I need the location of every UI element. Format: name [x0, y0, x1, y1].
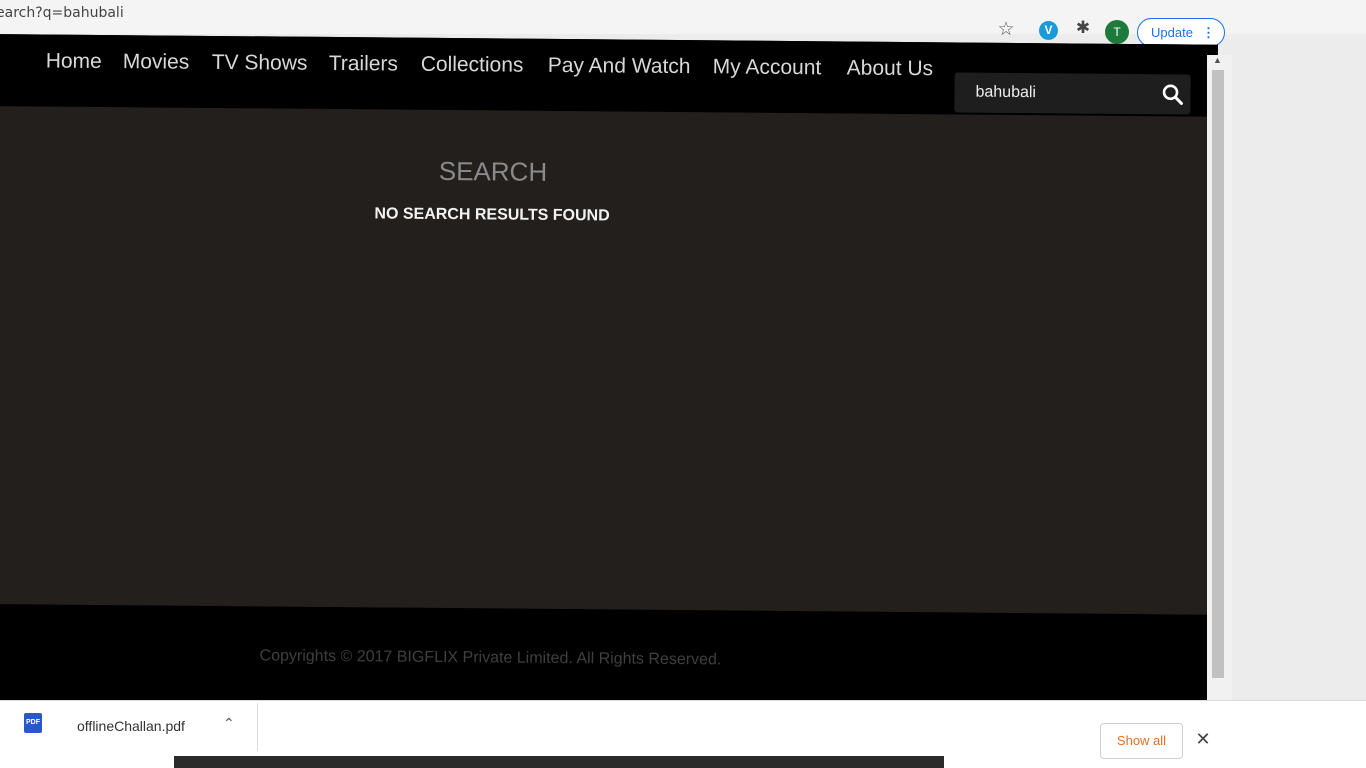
- show-all-button[interactable]: Show all: [1100, 723, 1183, 759]
- close-icon[interactable]: ✕: [1193, 729, 1213, 749]
- taskbar-strip: [174, 756, 944, 768]
- nav-item-my-account[interactable]: My Account: [713, 55, 822, 80]
- update-button[interactable]: Update ⋮: [1137, 18, 1225, 47]
- nav-item-trailers[interactable]: Trailers: [329, 52, 398, 77]
- update-label: Update: [1151, 25, 1193, 40]
- no-results-message: NO SEARCH RESULTS FOUND: [374, 205, 610, 225]
- nav-item-collections[interactable]: Collections: [421, 53, 524, 78]
- nav-item-pay-and-watch[interactable]: Pay And Watch: [548, 54, 691, 79]
- main-navigation: Home Movies TV Shows Trailers Collection…: [0, 34, 1218, 117]
- address-bar-url[interactable]: earch?q=bahubali: [0, 5, 124, 21]
- nav-item-movies[interactable]: Movies: [123, 50, 190, 75]
- profile-avatar[interactable]: T: [1105, 20, 1129, 44]
- search-icon[interactable]: [1160, 82, 1184, 106]
- vertical-scrollbar[interactable]: ▲ ▼: [1207, 55, 1232, 710]
- search-box: [954, 72, 1191, 115]
- scroll-thumb[interactable]: [1212, 70, 1224, 678]
- page-title: SEARCH: [438, 155, 548, 187]
- extension-v-icon[interactable]: V: [1039, 21, 1058, 40]
- extensions-puzzle-icon[interactable]: ✱: [1073, 18, 1093, 38]
- download-item[interactable]: PDF offlineChallan.pdf ⌃: [8, 703, 258, 751]
- copyright-text: Copyrights © 2017 BIGFLIX Private Limite…: [259, 647, 722, 669]
- chevron-up-icon[interactable]: ⌃: [223, 715, 235, 732]
- pdf-file-icon: PDF: [24, 713, 42, 733]
- page-viewport: Home Movies TV Shows Trailers Collection…: [0, 34, 1218, 725]
- kebab-menu-icon[interactable]: ⋮: [1202, 19, 1215, 46]
- bookmark-star-icon[interactable]: ☆: [992, 16, 1020, 44]
- download-file-name[interactable]: offlineChallan.pdf: [77, 718, 185, 734]
- nav-item-tv-shows[interactable]: TV Shows: [212, 51, 308, 76]
- nav-item-about-us[interactable]: About Us: [847, 56, 934, 81]
- search-input[interactable]: [954, 72, 1155, 115]
- scroll-up-arrow-icon[interactable]: ▲: [1213, 55, 1222, 65]
- nav-item-home[interactable]: Home: [46, 49, 102, 73]
